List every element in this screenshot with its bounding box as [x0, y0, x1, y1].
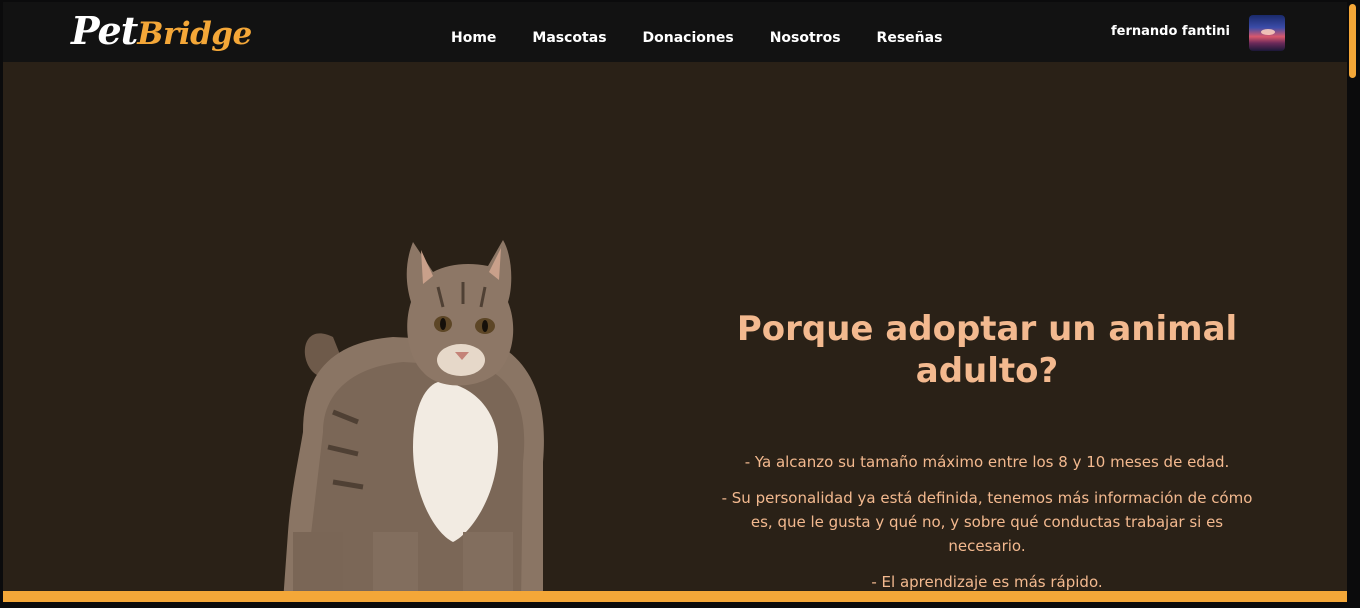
nav-link-donaciones[interactable]: Donaciones	[643, 18, 734, 46]
cat-illustration	[283, 240, 544, 602]
nav-link-home[interactable]: Home	[451, 18, 496, 46]
hero-bullet: - Ya alcanzo su tamaño máximo entre los …	[744, 453, 1230, 471]
brand-logo[interactable]: Pet Bridge	[71, 8, 252, 58]
avatar-sunset-shape	[1261, 29, 1275, 35]
hero-bullet: - Su personalidad ya está definida, tene…	[721, 489, 1253, 555]
main-nav: Home Mascotas Donaciones Nosotros Reseña…	[451, 2, 978, 62]
cat-icon	[263, 232, 563, 602]
navbar: Pet Bridge Home Mascotas Donaciones Noso…	[3, 2, 1347, 62]
scrollbar-track[interactable]	[1347, 2, 1357, 602]
user-avatar-icon[interactable]	[1249, 15, 1285, 51]
user-name[interactable]: fernando fantini	[1111, 24, 1230, 39]
nav-link-nosotros[interactable]: Nosotros	[770, 18, 841, 46]
brand-logo-bridge: Bridge	[137, 16, 252, 52]
hero-heading: Porque adoptar un animal adulto?	[736, 309, 1238, 391]
nav-link-mascotas[interactable]: Mascotas	[532, 18, 606, 46]
nav-link-resenas[interactable]: Reseñas	[877, 18, 943, 46]
page-window: Pet Bridge Home Mascotas Donaciones Noso…	[3, 2, 1347, 602]
scrollbar-thumb[interactable]	[1349, 4, 1356, 78]
bottom-accent-bar	[3, 591, 1347, 602]
brand-logo-pet: Pet	[71, 8, 138, 53]
hero-bullet-list: - Ya alcanzo su tamaño máximo entre los …	[715, 450, 1259, 602]
